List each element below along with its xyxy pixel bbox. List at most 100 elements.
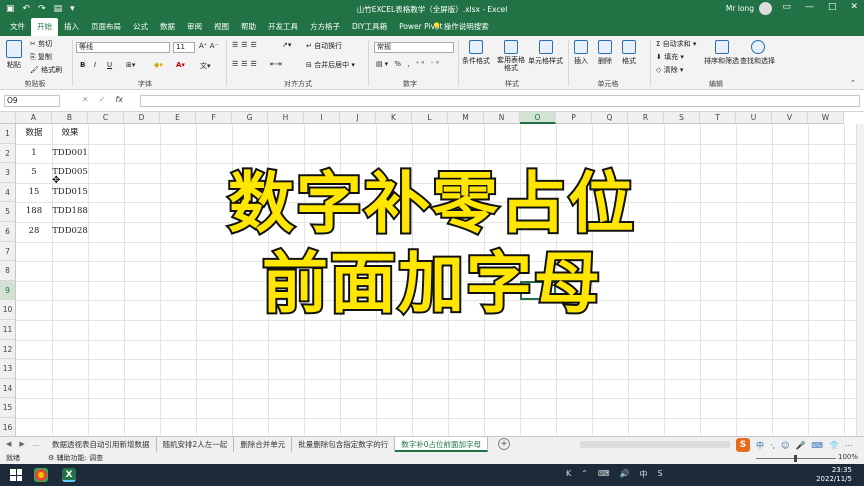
excel-taskbar-icon[interactable]: X xyxy=(62,468,76,482)
insert-function-icon[interactable]: fx xyxy=(115,95,123,104)
number-format-icons[interactable]: ▤▾ % , ⁺⁰ ⁻⁰ xyxy=(376,60,441,68)
tab-diy-toolbox[interactable]: DIY工具箱 xyxy=(346,18,393,36)
cut-button[interactable]: ✂ 剪切 xyxy=(30,39,52,49)
border-icon[interactable]: ⊞▾ xyxy=(126,61,135,69)
column-header[interactable]: W xyxy=(808,112,844,124)
font-name-select[interactable]: 等线 xyxy=(76,42,170,53)
conditional-format-button[interactable]: 条件格式 xyxy=(462,40,490,66)
tab-developer[interactable]: 开发工具 xyxy=(262,18,304,36)
sheet-tab[interactable]: 批量删除包含指定数字的行 xyxy=(292,437,396,452)
column-header[interactable]: D xyxy=(124,112,160,124)
column-header[interactable]: N xyxy=(484,112,520,124)
row-header[interactable]: 12 xyxy=(0,339,16,360)
prev-sheet-icon[interactable]: ◀ xyxy=(6,440,11,448)
column-header[interactable]: O xyxy=(520,112,556,124)
tab-help[interactable]: 帮助 xyxy=(235,18,262,36)
underline-button[interactable]: U xyxy=(107,61,112,69)
table-cell[interactable]: TDD001 xyxy=(52,144,88,164)
column-header[interactable]: A xyxy=(16,112,52,124)
column-header[interactable]: K xyxy=(376,112,412,124)
column-header[interactable]: B xyxy=(52,112,88,124)
next-sheet-icon[interactable]: ▶ xyxy=(19,440,24,448)
ime-keyboard-icon[interactable]: ⌨ xyxy=(811,441,823,450)
add-sheet-icon[interactable]: + xyxy=(498,438,510,450)
indent-icons[interactable]: ⇤⇥ xyxy=(270,60,282,68)
tab-file[interactable]: 文件 xyxy=(4,18,31,36)
copy-button[interactable]: ⎘ 复制 xyxy=(30,52,52,62)
maximize-icon[interactable]: □ xyxy=(828,2,837,12)
column-header[interactable]: L xyxy=(412,112,448,124)
column-header[interactable]: R xyxy=(628,112,664,124)
horizontal-scrollbar[interactable] xyxy=(580,441,730,448)
avatar[interactable] xyxy=(759,2,772,15)
column-header[interactable]: J xyxy=(340,112,376,124)
row-header[interactable]: 14 xyxy=(0,378,16,399)
fill-color-icon[interactable]: ◆▾ xyxy=(154,61,163,69)
sheet-tab-active[interactable]: 数字补0占位前面加字母 xyxy=(395,437,489,452)
column-header[interactable]: C xyxy=(88,112,124,124)
ime-mic-icon[interactable]: 🎤 xyxy=(795,441,805,450)
tab-data[interactable]: 数据 xyxy=(154,18,181,36)
column-header[interactable]: I xyxy=(304,112,340,124)
column-header[interactable]: G xyxy=(232,112,268,124)
close-icon[interactable]: ✕ xyxy=(850,2,858,12)
find-select-button[interactable]: 查找和选择 xyxy=(740,40,775,66)
autosum-button[interactable]: Σ 自动求和 ▾ xyxy=(656,39,696,49)
tray-volume-icon[interactable]: 🔊 xyxy=(620,469,630,480)
sort-filter-button[interactable]: 排序和筛选 xyxy=(704,40,739,66)
sheet-tab[interactable]: 删除合并单元 xyxy=(234,437,293,452)
enter-icon[interactable]: ✓ xyxy=(99,95,106,104)
collapse-ribbon-icon[interactable]: ⌃ xyxy=(850,79,856,87)
tray-expand-icon[interactable]: ⌃ xyxy=(581,469,588,480)
tab-view[interactable]: 视图 xyxy=(208,18,235,36)
accessibility-status[interactable]: ⚙ 辅助功能: 调查 xyxy=(48,453,103,463)
cell-styles-button[interactable]: 单元格样式 xyxy=(528,40,563,66)
name-box[interactable]: O9 xyxy=(4,95,60,107)
column-header[interactable]: H xyxy=(268,112,304,124)
zoom-slider-knob[interactable] xyxy=(794,455,797,462)
tab-fangfang[interactable]: 方方格子 xyxy=(304,18,346,36)
row-header[interactable]: 11 xyxy=(0,320,16,340)
row-header[interactable]: 16 xyxy=(0,418,16,438)
chrome-icon[interactable] xyxy=(34,468,48,482)
clock[interactable]: 23:35 2022/11/5 xyxy=(816,466,852,484)
format-painter-button[interactable]: 🖌 格式刷 xyxy=(30,65,62,75)
column-header[interactable]: F xyxy=(196,112,232,124)
ime-skin-icon[interactable]: 👕 xyxy=(829,441,839,450)
formula-input[interactable] xyxy=(140,95,860,107)
column-header[interactable]: Q xyxy=(592,112,628,124)
font-size-select[interactable]: 11 xyxy=(173,42,195,53)
zoom-level[interactable]: 100% xyxy=(838,453,858,461)
ime-more-icon[interactable]: ⋯ xyxy=(845,441,853,450)
cancel-icon[interactable]: ✕ xyxy=(82,95,89,104)
orientation-icon[interactable]: ↗▾ xyxy=(282,41,291,49)
row-header[interactable]: 13 xyxy=(0,359,16,379)
row-header[interactable]: 2 xyxy=(0,143,16,164)
sheet-tab[interactable]: 随机安排2人左一起 xyxy=(157,437,235,452)
minimize-icon[interactable]: — xyxy=(805,2,814,12)
tab-formulas[interactable]: 公式 xyxy=(127,18,154,36)
tell-me-search[interactable]: 💡 操作说明搜索 xyxy=(432,18,489,36)
italic-button[interactable]: I xyxy=(94,61,96,69)
font-color-icon[interactable]: A▾ xyxy=(176,61,185,69)
grow-font-icon[interactable]: A⁺ A⁻ xyxy=(199,42,218,50)
user-name[interactable]: Mr long xyxy=(726,4,754,13)
ime-punct-icon[interactable]: ·, xyxy=(770,441,775,450)
more-sheets[interactable]: ... xyxy=(33,440,40,448)
tab-page-layout[interactable]: 页面布局 xyxy=(85,18,127,36)
number-format-select[interactable]: 常规 xyxy=(374,42,454,53)
merge-center-button[interactable]: ⊟ 合并后居中 ▾ xyxy=(306,60,355,70)
column-header[interactable]: E xyxy=(160,112,196,124)
row-header[interactable]: 15 xyxy=(0,398,16,418)
tray-ime-icon[interactable]: 中 xyxy=(639,469,647,480)
format-cells-button[interactable]: 格式 xyxy=(622,40,636,66)
column-header[interactable]: P xyxy=(556,112,592,124)
ribbon-display-icon[interactable]: ▭ xyxy=(782,2,791,12)
clear-button[interactable]: ◇ 清除 ▾ xyxy=(656,65,683,75)
horizontal-align-icons[interactable]: ☰☰☰ xyxy=(232,60,260,68)
tab-insert[interactable]: 插入 xyxy=(58,18,85,36)
column-header[interactable]: M xyxy=(448,112,484,124)
phonetic-icon[interactable]: 文▾ xyxy=(200,61,211,71)
tray-k-icon[interactable]: K xyxy=(566,469,571,480)
table-header-cell[interactable]: 数据 xyxy=(16,124,52,144)
